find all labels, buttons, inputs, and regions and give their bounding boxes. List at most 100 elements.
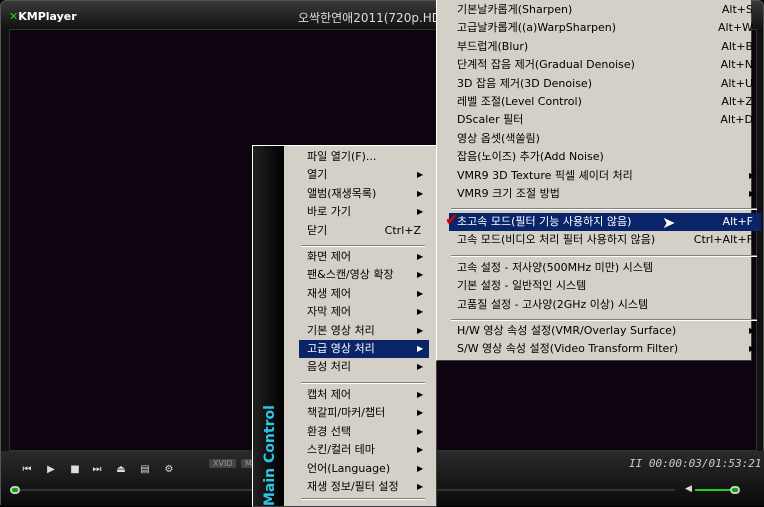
menu-item-label: 닫기 xyxy=(307,223,328,237)
menu-item-label: 고급날카롭게((a)WarpSharpen) xyxy=(457,21,616,35)
mouse-cursor-icon: ➤ xyxy=(662,213,676,232)
menu-item-label: 책갈피/마커/챕터 xyxy=(307,406,386,420)
menu-item-label: 영상 옵셋(색쏠림) xyxy=(457,131,540,145)
submenu-arrow-icon: ▶ xyxy=(417,390,424,399)
menu-item[interactable]: 3D 잡음 제거(3D Denoise) Alt+U xyxy=(449,75,761,93)
menu-item[interactable]: 환경 선택 ▶ xyxy=(299,423,429,441)
menu-item[interactable]: 책갈피/마커/챕터 ▶ xyxy=(299,404,429,422)
submenu-arrow-icon: ▶ xyxy=(417,207,424,217)
menu-separator xyxy=(451,254,757,257)
eject-button[interactable]: ⏏ xyxy=(113,464,129,475)
menu-item-label: 재생 정보/필터 설정 xyxy=(307,480,399,493)
menu-item-label: 기본날카롭게(Sharpen) xyxy=(457,3,573,16)
volume-slider[interactable] xyxy=(695,489,735,491)
menu-item-label: 고품질 설정 - 고사양(2GHz 이상) 시스템 xyxy=(457,297,649,311)
menu-item[interactable]: VMR9 3D Texture 픽셀 셰이더 처리 ▶ xyxy=(449,167,761,185)
menu-item[interactable]: 고품질 설정 - 고사양(2GHz 이상) 시스템 xyxy=(449,296,761,314)
menu-item-label: 화면 제어 xyxy=(307,250,351,263)
menu-item[interactable]: 영상 옵셋(색쏠림) xyxy=(449,130,761,148)
menu-separator xyxy=(451,208,757,211)
menu-item[interactable]: 재생 정보/필터 설정 ▶ xyxy=(299,478,429,496)
menu-item-label: 바로 가기 xyxy=(307,205,351,219)
submenu-arrow-icon: ▶ xyxy=(417,188,424,198)
playlist-button[interactable]: ▤ xyxy=(137,464,153,475)
menu-item[interactable]: 스킨/컬러 테마 ▶ xyxy=(299,441,429,459)
menu-item-label: 재생 제어 xyxy=(307,286,351,300)
menu-item[interactable]: 캡처 제어 ▶ xyxy=(299,386,429,404)
shortcut-label: Alt+D xyxy=(720,113,753,127)
stop-button[interactable]: ■ xyxy=(67,464,83,475)
menu-item-label: 기본 설정 - 일반적인 시스템 xyxy=(457,279,587,293)
sidebar-label: Main Control xyxy=(262,405,278,506)
submenu-arrow-icon: ▶ xyxy=(749,326,756,335)
menu-item[interactable]: 초고속 모드(필터 기능 사용하지 않음) Alt+F ✔ xyxy=(445,211,761,231)
shortcut-label: Alt+Z xyxy=(721,95,753,108)
menu-item-label: 스킨/컬러 테마 xyxy=(307,443,375,457)
menu-item[interactable]: 부드럽게(Blur) Alt+B xyxy=(449,38,761,56)
submenu-arrow-icon: ▶ xyxy=(417,344,424,353)
menu-separator xyxy=(451,319,757,322)
menu-item[interactable]: 자막 제어 ▶ xyxy=(299,303,429,321)
menu-separator xyxy=(301,381,425,384)
menu-item[interactable]: 열기 ▶ xyxy=(299,166,429,184)
submenu-arrow-icon: ▶ xyxy=(417,463,424,473)
submenu-arrow-icon: ▶ xyxy=(417,445,424,455)
menu-item[interactable]: 고속 설정 - 저사양(500MHz 미만) 시스템 xyxy=(449,259,761,277)
menu-item[interactable]: 고속 모드(비디오 처리 필터 사용하지 않음) Ctrl+Alt+F xyxy=(449,231,761,249)
submenu-arrow-icon: ▶ xyxy=(417,408,424,418)
advanced-video-submenu: 기본날카롭게(Sharpen) Alt+S 고급날카롭게((a)WarpSharpe… xyxy=(436,0,761,361)
menu-item-label: 초고속 모드(필터 기능 사용하지 않음) xyxy=(457,215,632,228)
volume-handle[interactable] xyxy=(730,486,740,494)
submenu-arrow-icon: ▶ xyxy=(417,270,424,280)
shortcut-label: Alt+N xyxy=(720,58,753,72)
menu-item-label: 캡처 제어 xyxy=(307,388,351,401)
menu-item[interactable]: H/W 영상 속성 설정(VMR/Overlay Surface) ▶ xyxy=(449,322,761,340)
menu-item[interactable]: 앨범(재생목록) ▶ xyxy=(299,185,429,203)
menu-item-label: 고급 영상 처리 xyxy=(307,342,375,355)
menu-item[interactable]: DScaler 필터 Alt+D xyxy=(449,111,761,129)
menu-item-label: 잡음(노이즈) 추가(Add Noise) xyxy=(457,150,604,164)
submenu-arrow-icon: ▶ xyxy=(417,325,424,335)
menu-item[interactable]: 레벨 조절(Level Control) Alt+Z xyxy=(449,93,761,111)
menu-item[interactable]: 음성 처리 ▶ xyxy=(299,358,429,376)
submenu-arrow-icon: ▶ xyxy=(417,482,424,491)
menu-item-label: 기본 영상 처리 xyxy=(307,323,375,337)
menu-item[interactable]: 닫기 Ctrl+Z xyxy=(299,222,429,240)
menu-item-label: 단계적 잡음 제거(Gradual Denoise) xyxy=(457,58,635,72)
menu-item-label: 음성 처리 xyxy=(307,360,351,374)
menu-item-label: 자막 제어 xyxy=(307,305,351,319)
menu-item[interactable]: 잡음(노이즈) 추가(Add Noise) xyxy=(449,148,761,166)
submenu-arrow-icon: ▶ xyxy=(417,252,424,261)
volume-icon[interactable]: ◀ xyxy=(685,484,692,494)
submenu-arrow-icon: ▶ xyxy=(749,189,756,198)
menu-item[interactable]: 고급 영상 처리 ▶ xyxy=(299,340,429,358)
seek-handle[interactable] xyxy=(10,486,20,494)
play-button[interactable]: ▶ xyxy=(43,464,59,475)
next-button[interactable]: ⏭ xyxy=(89,464,105,475)
menu-item[interactable]: 파일 열기(F)... xyxy=(299,148,429,166)
menu-item[interactable]: 기본 설정 - 일반적인 시스템 xyxy=(449,277,761,295)
menu-item[interactable]: 재생 제어 ▶ xyxy=(299,285,429,303)
menu-item[interactable]: 언어(Language) ▶ xyxy=(299,460,429,478)
menu-item-label: VMR9 크기 조절 방법 xyxy=(457,187,560,200)
menu-item[interactable]: 고급날카롭게((a)WarpSharpen) Alt+W xyxy=(449,19,761,37)
submenu-arrow-icon: ▶ xyxy=(417,307,424,317)
settings-button[interactable]: ⚙ xyxy=(161,464,177,475)
app-logo: ✕KMPlayer xyxy=(9,10,77,23)
menu-item[interactable]: 팬&스캔/영상 확장 ▶ xyxy=(299,266,429,284)
prev-button[interactable]: ⏮ xyxy=(19,464,35,475)
menu-item[interactable]: S/W 영상 속성 설정(Video Transform Filter) ▶ xyxy=(449,340,761,358)
menu-item[interactable]: 단계적 잡음 제거(Gradual Denoise) Alt+N xyxy=(449,56,761,74)
shortcut-label: Alt+F xyxy=(722,215,753,228)
menu-item-label: H/W 영상 속성 설정(VMR/Overlay Surface) xyxy=(457,324,677,337)
menu-item-label: S/W 영상 속성 설정(Video Transform Filter) xyxy=(457,342,679,356)
menu-item-label: 고속 모드(비디오 처리 필터 사용하지 않음) xyxy=(457,233,656,247)
menu-item[interactable]: VMR9 크기 조절 방법 ▶ xyxy=(449,185,761,203)
menu-item[interactable]: 기본날카롭게(Sharpen) Alt+S xyxy=(449,1,761,19)
menu-item-label: 앨범(재생목록) xyxy=(307,186,377,200)
menu-item-label: 고속 설정 - 저사양(500MHz 미만) 시스템 xyxy=(457,261,654,274)
check-icon: ✔ xyxy=(445,210,459,229)
menu-item[interactable]: 화면 제어 ▶ xyxy=(299,248,429,266)
menu-item[interactable]: 기본 영상 처리 ▶ xyxy=(299,322,429,340)
menu-item[interactable]: 바로 가기 ▶ xyxy=(299,203,429,221)
